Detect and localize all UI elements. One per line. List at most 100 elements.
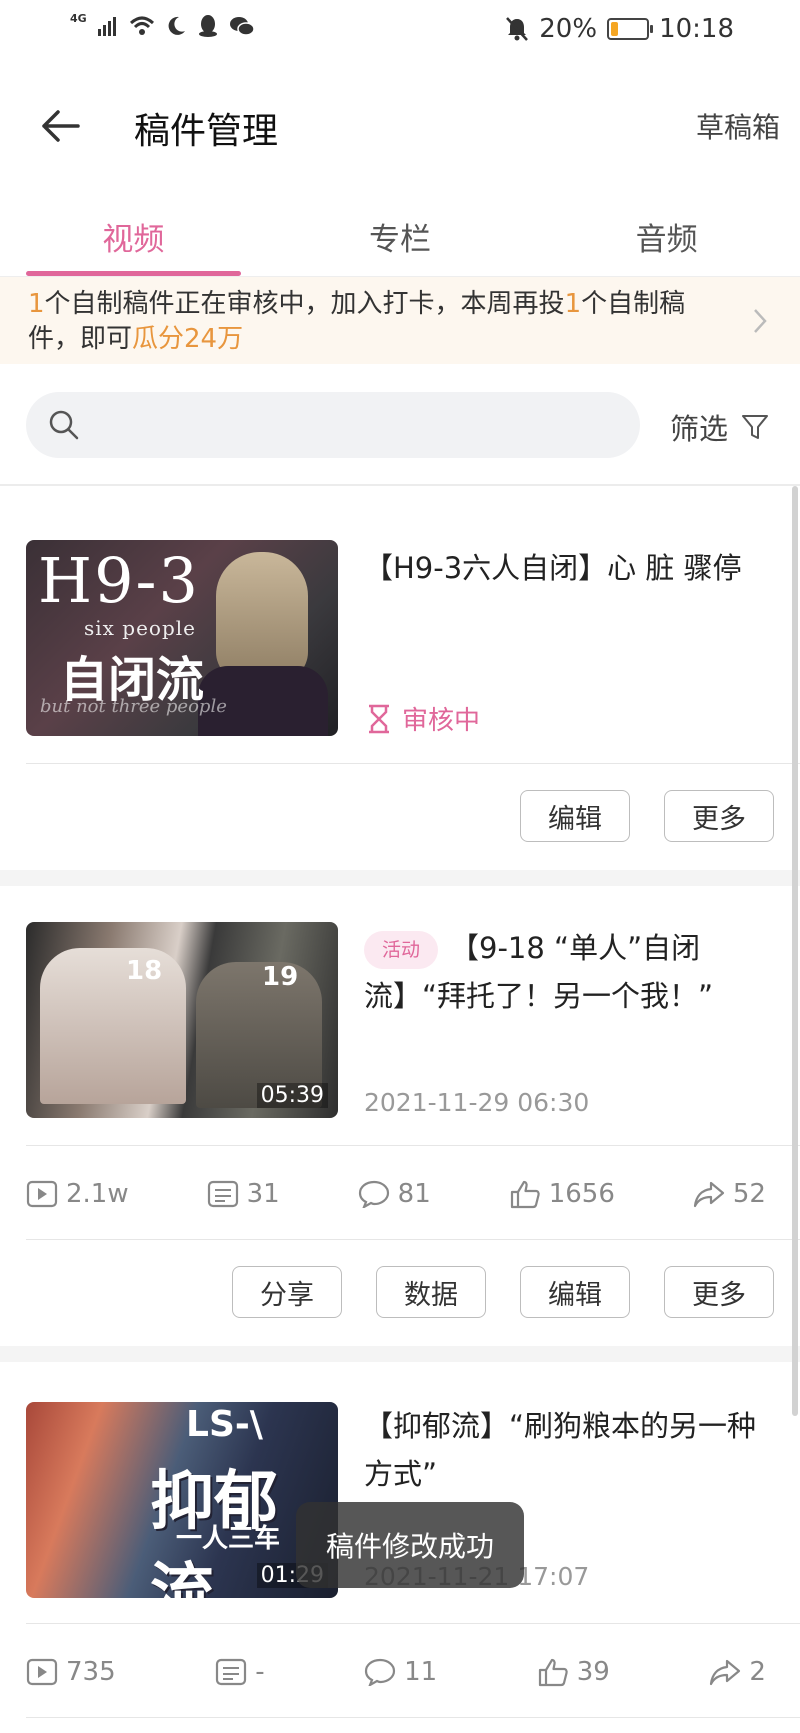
banner-count-1: 1 [28,289,45,319]
video-card: 18 19 05:39 活动 【9-18 “单人”自闭流】“拜托了！另一个我！” … [0,886,800,1346]
wechat-icon [229,17,255,36]
stat-plays: 735 [26,1657,116,1687]
clock: 10:18 [659,14,734,44]
share-arrow-icon [710,1659,741,1686]
video-title[interactable]: 【抑郁流】“刷狗粮本的另一种方式” [364,1402,774,1498]
page-title: 稿件管理 [134,111,279,152]
edit-button[interactable]: 编辑 [520,1266,630,1318]
thumb-level-1: 18 [126,956,163,986]
stat-comments-value: 11 [404,1657,438,1687]
banner-reward: 瓜分24万 [132,324,244,354]
video-stats: 735 - 11 39 2 [26,1642,766,1702]
stat-shares: 2 [709,1657,766,1687]
stat-plays-value: 2.1w [66,1179,129,1209]
more-button[interactable]: 更多 [664,1266,774,1318]
stat-danmaku: 31 [207,1179,280,1209]
danmaku-icon [216,1658,247,1686]
tab-audio[interactable]: 音频 [533,190,800,276]
tab-bar: 视频 专栏 音频 [0,190,800,276]
stat-likes-value: 39 [576,1657,610,1687]
back-button[interactable] [30,96,90,156]
header: 稿件管理 草稿箱 [0,64,800,190]
card-actions: 分享 数据 编辑 更多 [232,1266,774,1318]
video-thumbnail[interactable]: H9-3 six people 自闭流 but not three people [26,540,338,736]
banner-text: 1个自制稿件正在审核中，加入打卡，本周再投1个自制稿件，即可瓜分24万 [28,287,728,357]
stat-plays: 2.1w [26,1179,129,1209]
card-gap [0,1346,800,1362]
drafts-link[interactable]: 草稿箱 [696,106,780,146]
toast-message: 稿件修改成功 [296,1502,524,1588]
comment-icon [365,1658,396,1686]
moon-icon [168,16,185,35]
card-gap [0,870,800,886]
video-thumbnail[interactable]: 18 19 05:39 [26,922,338,1118]
wifi-icon [129,16,154,35]
card-divider [26,1717,800,1718]
card-divider [26,1623,800,1624]
search-icon [49,410,79,440]
banner-count-2: 1 [564,289,582,319]
stat-comments: 11 [364,1657,437,1687]
signal-icon [97,17,116,36]
stat-comments-value: 81 [397,1179,431,1209]
video-title[interactable]: 【H9-3六人自闭】心 脏 骤停 [364,544,774,592]
network-type: 4G [70,11,87,25]
play-count-icon [26,1658,58,1686]
battery-percent: 20% [539,14,598,44]
edit-button[interactable]: 编辑 [520,790,630,842]
publish-date: 2021-11-29 06:30 [364,1088,590,1117]
stat-shares-value: 52 [732,1179,766,1209]
battery-fill [611,22,619,36]
card-actions: 编辑 更多 [520,790,774,842]
thumb-text-sub: six people [84,616,197,640]
share-arrow-icon [693,1181,724,1208]
tab-column[interactable]: 专栏 [267,190,534,276]
banner-text-1: 个自制稿件正在审核中，加入打卡，本周再投 [44,289,565,319]
thumb-character-left [40,948,186,1104]
thumb-text-sub: 一人三车 [176,1524,281,1554]
status-icons-right: 20% 10:18 [505,14,734,44]
search-input[interactable] [26,392,640,458]
thumb-text-script: but not three people [40,696,227,717]
qq-icon [198,15,217,37]
stat-danmaku: - [215,1657,265,1687]
thumbs-up-icon [538,1658,568,1687]
status-bar: 4G 20% 10:18 [0,0,800,64]
scrollbar[interactable] [792,486,798,1416]
review-status-label: 审核中 [402,706,481,736]
card-divider [26,1145,800,1146]
hourglass-icon [369,704,389,733]
promo-banner[interactable]: 1个自制稿件正在审核中，加入打卡，本周再投1个自制稿件，即可瓜分24万 [0,276,800,364]
tab-video[interactable]: 视频 [0,190,267,276]
stat-likes: 1656 [509,1179,615,1209]
share-button[interactable]: 分享 [232,1266,342,1318]
comment-icon [358,1180,389,1208]
stat-shares-value: 2 [749,1657,766,1687]
card-divider [26,763,800,764]
stat-plays-value: 735 [66,1657,116,1687]
funnel-icon [742,415,768,439]
play-count-icon [26,1180,58,1208]
chevron-right-icon [754,309,767,333]
thumb-text-ls: LS-\ [186,1404,263,1445]
stat-danmaku-value: - [255,1657,265,1687]
video-stats: 2.1w 31 81 1656 52 [26,1164,766,1224]
stat-shares: 52 [693,1179,766,1209]
filter-button[interactable]: 筛选 [670,406,770,448]
video-thumbnail[interactable]: LS-\ 抑郁流 一人三车 01:29 [26,1402,338,1598]
video-card: H9-3 six people 自闭流 but not three people… [0,486,800,870]
data-button[interactable]: 数据 [376,1266,486,1318]
battery-icon [607,18,654,40]
thumb-level-2: 19 [262,962,299,992]
more-button[interactable]: 更多 [664,790,774,842]
thumbs-up-icon [510,1180,540,1209]
video-title-block[interactable]: 活动 【9-18 “单人”自闭流】“拜托了！另一个我！” [364,924,774,1020]
thumb-figure [216,552,308,682]
mute-bell-icon [506,17,529,41]
card-divider [26,1239,800,1240]
thumb-text-title: H9-3 [38,544,200,617]
stat-comments: 81 [358,1179,431,1209]
danmaku-icon [207,1180,238,1208]
video-duration: 05:39 [256,1083,328,1108]
arrow-left-icon [42,110,80,142]
